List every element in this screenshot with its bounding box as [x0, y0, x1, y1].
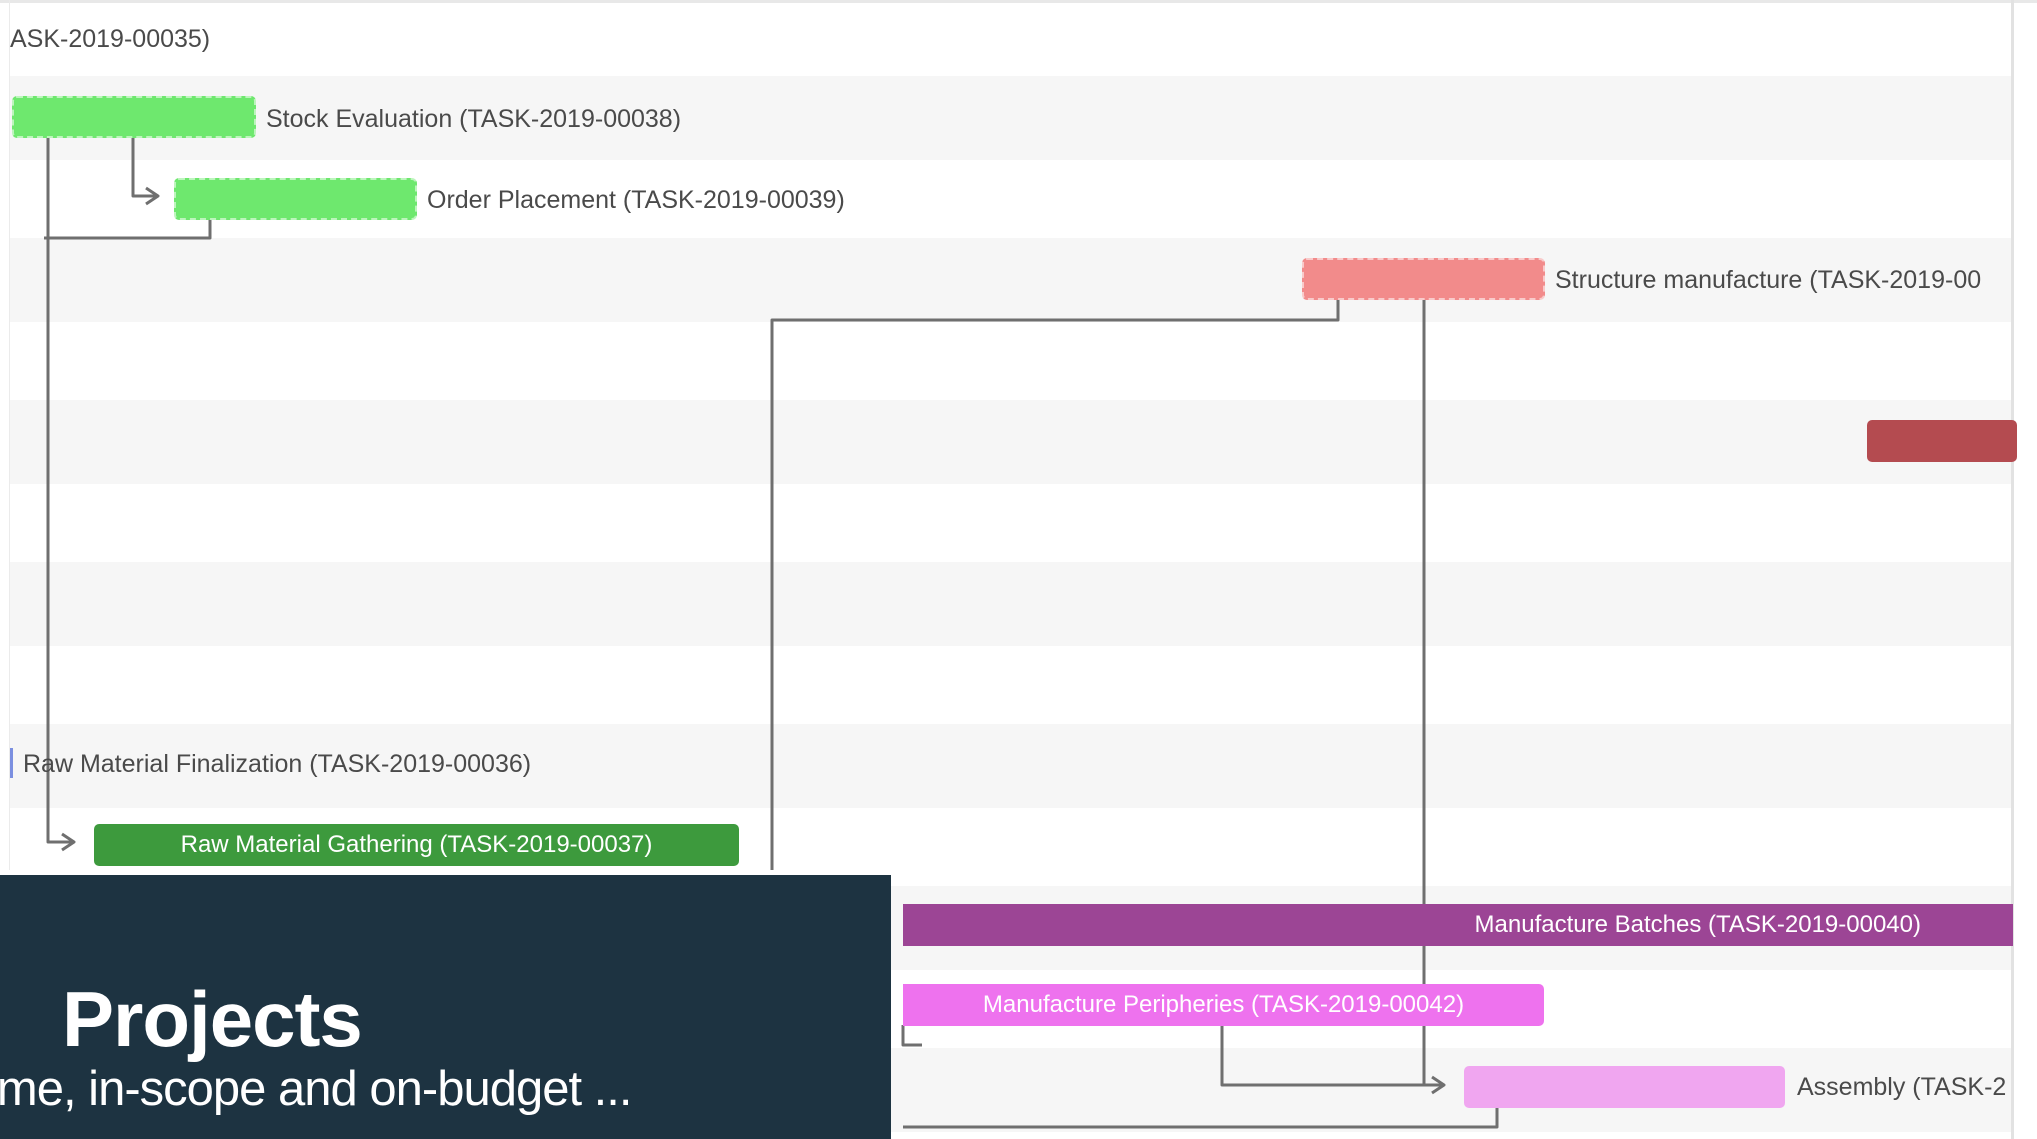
task-label[interactable]: Stock Evaluation (TASK-2019-00038)	[266, 104, 681, 134]
task-bar-label: Manufacture Peripheries (TASK-2019-00042…	[982, 991, 1465, 1018]
overlay-subtitle: ime, in-scope and on-budget ...	[0, 1062, 633, 1116]
chart-left-border	[9, 0, 10, 870]
task-bar-manufacture-peripheries[interactable]: Manufacture Peripheries (TASK-2019-00042…	[903, 984, 1544, 1026]
promo-overlay: Projects ime, in-scope and on-budget ...	[0, 875, 891, 1139]
task-bar-label: Manufacture Batches (TASK-2019-00040)	[1474, 911, 1921, 938]
dependency-arrow	[901, 1025, 922, 1047]
progress-marker	[10, 748, 13, 778]
task-label[interactable]: Raw Material Finalization (TASK-2019-000…	[23, 749, 531, 779]
task-bar-stock-evaluation[interactable]	[12, 96, 256, 138]
task-bar-label: Raw Material Gathering (TASK-2019-00037)	[180, 831, 653, 858]
task-label[interactable]: ASK-2019-00035)	[10, 24, 210, 54]
task-bar-manufacture-batches[interactable]: Manufacture Batches (TASK-2019-00040)	[903, 904, 2013, 946]
arrow-head	[61, 832, 76, 852]
arrow-head	[145, 186, 160, 206]
task-label[interactable]: Order Placement (TASK-2019-00039)	[427, 185, 845, 215]
task-bar-raw-material-gathering[interactable]: Raw Material Gathering (TASK-2019-00037)	[94, 824, 739, 866]
task-label[interactable]: Assembly (TASK-2	[1797, 1072, 2006, 1102]
dependency-arrow	[44, 220, 212, 240]
task-bar-overdue[interactable]	[1867, 420, 2017, 462]
chart-right-border	[2011, 0, 2014, 1139]
row-band	[10, 562, 2013, 646]
task-bar-structure-manufacture[interactable]	[1302, 258, 1545, 300]
task-bar-order-placement[interactable]	[174, 178, 417, 220]
chart-top-border	[0, 0, 2037, 3]
task-bar-assembly[interactable]	[1464, 1066, 1785, 1108]
row-band	[10, 400, 2013, 484]
task-label[interactable]: Structure manufacture (TASK-2019-00	[1555, 265, 1981, 295]
overlay-title: Projects	[62, 975, 363, 1063]
